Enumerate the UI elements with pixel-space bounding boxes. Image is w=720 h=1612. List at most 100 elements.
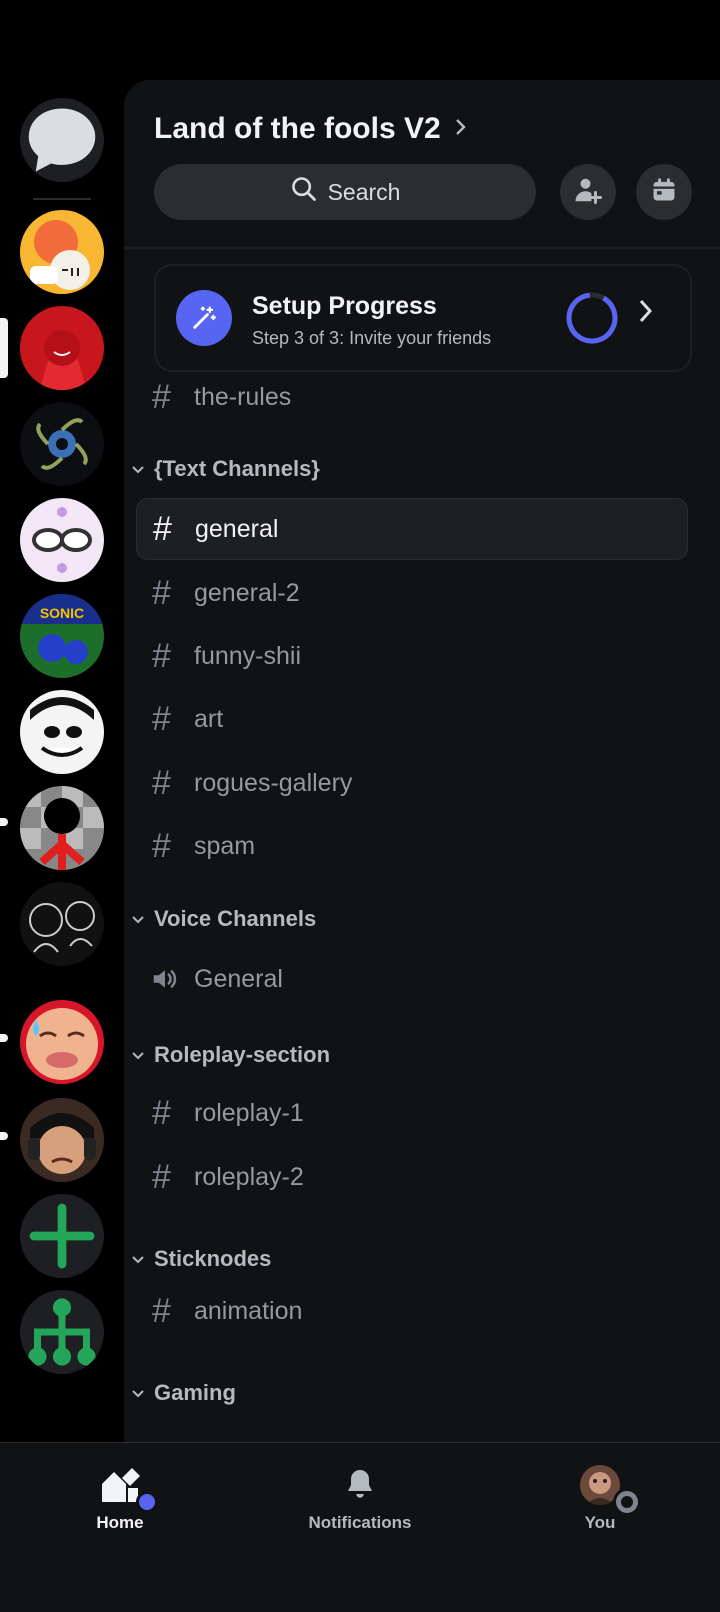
server-icon-4[interactable] [20,498,104,582]
unread-badge [136,1491,158,1513]
hierarchy-icon [20,1290,104,1374]
direct-messages-button[interactable] [20,98,104,182]
chevron-right-icon [638,298,654,329]
discover-button[interactable] [20,1290,104,1374]
channel-name: the-rules [194,382,292,411]
category-label: {Text Channels} [154,456,320,481]
chevron-right-icon [455,116,467,142]
category-roleplay-section[interactable]: Roleplay-section [132,1042,330,1068]
channel-art[interactable]: # art [136,688,688,750]
hashtag-icon: # [152,699,171,738]
setup-title: Setup Progress [252,292,437,320]
channel-general[interactable]: # general [136,498,688,560]
chat-bubble-icon [20,98,104,182]
channel-animation[interactable]: # animation [136,1280,688,1342]
server-icon-2[interactable] [20,306,104,390]
category-sticknodes[interactable]: Sticknodes [132,1246,271,1272]
hashtag-icon: # [153,509,172,548]
channel-name: roleplay-1 [194,1098,304,1127]
add-friend-icon [573,175,603,210]
chevron-down-icon [132,911,144,927]
category-label: Voice Channels [154,906,317,931]
server-rail: SONIC [0,0,124,1442]
channel-name: spam [194,831,256,860]
nav-home[interactable]: Home [40,1463,200,1533]
server-icon-1[interactable] [20,210,104,294]
search-bar[interactable]: Search [154,164,536,220]
progress-ring [564,290,620,351]
server-icon-8[interactable] [20,882,104,966]
channel-funny-shii[interactable]: # funny-shii [136,625,688,687]
channel-the-rules[interactable]: # the-rules [136,366,688,428]
magic-wand-icon [176,290,232,346]
user-avatar [578,1463,638,1513]
channel-roleplay-1[interactable]: # roleplay-1 [136,1082,688,1144]
server-icon-3[interactable] [20,402,104,486]
channel-name: art [194,704,224,733]
hashtag-icon: # [152,1157,171,1196]
hashtag-icon: # [152,573,171,612]
channel-name: general-2 [194,578,300,607]
add-server-button[interactable] [20,1194,104,1278]
category-gaming[interactable]: Gaming [132,1380,236,1406]
hashtag-icon: # [152,377,171,416]
server-icon-6[interactable] [20,690,104,774]
category-voice-channels[interactable]: Voice Channels [132,906,316,932]
category-label: Gaming [154,1380,236,1405]
nav-you[interactable]: You [520,1463,680,1533]
category-label: Roleplay-section [154,1042,331,1067]
chevron-down-icon [132,1385,144,1401]
server-icon-9[interactable] [20,1000,104,1084]
channel-general-2[interactable]: # general-2 [136,562,688,624]
channel-name: funny-shii [194,641,301,670]
home-icon [98,1463,158,1513]
nav-notifications[interactable]: Notifications [280,1463,440,1533]
unread-indicator [0,818,8,826]
server-name: Land of the fools V2 [154,112,441,145]
nav-notifications-label: Notifications [308,1513,412,1532]
channel-rogues-gallery[interactable]: # rogues-gallery [136,752,688,814]
nav-you-label: You [584,1513,616,1532]
channel-name: General [194,964,283,993]
invite-button[interactable] [560,164,616,220]
channel-panel: Land of the fools V2 Search Setup Progre… [124,80,720,1442]
unread-indicator-3 [0,1132,8,1140]
category-text-channels[interactable]: {Text Channels} [132,456,320,482]
hashtag-icon: # [152,826,171,865]
channel-spam[interactable]: # spam [136,815,688,877]
events-button[interactable] [636,164,692,220]
speaker-icon [136,964,194,994]
channel-name: rogues-gallery [194,768,353,797]
plus-icon [20,1194,104,1278]
header-divider [124,247,720,249]
server-icon-10[interactable] [20,1098,104,1182]
voice-channel-general[interactable]: General [136,948,688,1010]
channel-name: roleplay-2 [194,1162,304,1191]
search-label: Search [327,178,401,205]
unread-indicator-2 [0,1034,8,1042]
hashtag-icon: # [152,763,171,802]
rail-divider [33,198,91,200]
channel-roleplay-2[interactable]: # roleplay-2 [136,1146,688,1208]
svg-text:SONIC: SONIC [40,605,84,621]
nav-home-label: Home [96,1513,144,1532]
setup-subtitle: Step 3 of 3: Invite your friends [252,328,492,348]
selected-server-indicator [0,318,8,378]
hashtag-icon: # [152,1093,171,1132]
server-header[interactable]: Land of the fools V2 [154,112,467,146]
hashtag-icon: # [152,1291,171,1330]
status-indicator [616,1491,638,1513]
server-icon-7[interactable] [20,786,104,870]
bell-icon [338,1463,382,1507]
bottom-navigation: Home Notifications You [0,1442,720,1612]
server-icon-5[interactable]: SONIC [20,594,104,678]
search-icon [290,175,318,209]
chevron-down-icon [132,461,144,477]
channel-name: general [195,514,279,543]
setup-progress-card[interactable]: Setup Progress Step 3 of 3: Invite your … [154,264,692,372]
hashtag-icon: # [152,636,171,675]
channel-name: animation [194,1296,303,1325]
category-label: Sticknodes [154,1246,272,1271]
calendar-icon [650,176,678,209]
chevron-down-icon [132,1047,144,1063]
